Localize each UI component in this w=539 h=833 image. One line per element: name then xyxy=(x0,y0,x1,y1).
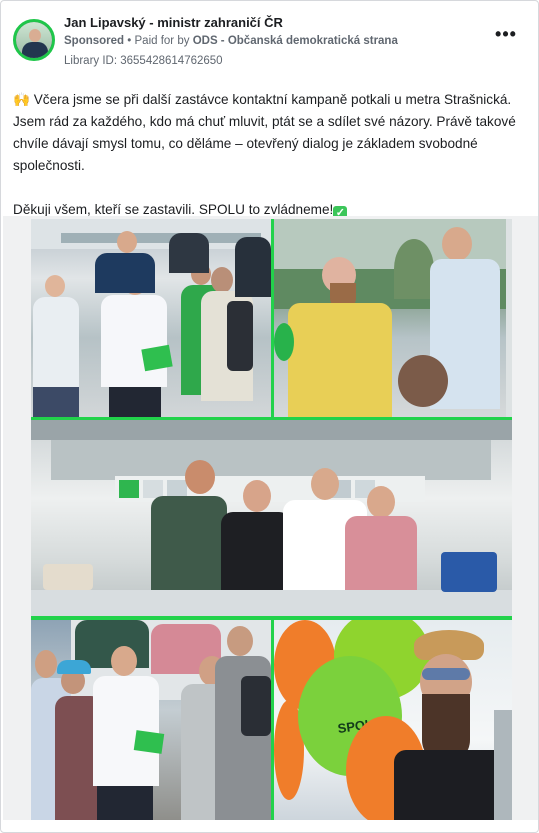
photo-conversation[interactable] xyxy=(274,219,512,417)
photo-balloons[interactable]: SPOLU xyxy=(274,620,512,820)
page-avatar[interactable] xyxy=(13,19,55,61)
photo-crowd[interactable] xyxy=(31,620,271,820)
photo-campaign-tent[interactable] xyxy=(31,219,271,417)
sponsored-meta: Sponsored • Paid for by ODS - Občanská d… xyxy=(64,35,398,47)
paid-by-prefix: Paid for by xyxy=(134,35,190,47)
photo-campaign-stand[interactable] xyxy=(31,420,512,616)
ad-post-card: Jan Lipavský - ministr zahraničí ČR Spon… xyxy=(0,0,539,833)
post-paragraph-1: 🙌 Včera jsme se při další zastávce konta… xyxy=(13,92,516,173)
sponsored-label: Sponsored xyxy=(64,35,125,47)
paid-by-name: ODS - Občanská demokratická strana xyxy=(192,35,398,47)
post-paragraph-2-text: Děkuji všem, kteří se zastavili. SPOLU t… xyxy=(13,202,334,217)
photo-collage[interactable]: SPOLU xyxy=(3,216,538,820)
post-header: Jan Lipavský - ministr zahraničí ČR Spon… xyxy=(13,15,526,71)
library-id: Library ID: 3655428614762650 xyxy=(64,55,223,67)
more-options-icon[interactable]: ••• xyxy=(494,25,518,45)
page-name[interactable]: Jan Lipavský - ministr zahraničí ČR xyxy=(64,15,283,30)
meta-separator: • xyxy=(127,35,135,47)
post-text: 🙌 Včera jsme se při další zastávce konta… xyxy=(13,89,528,221)
